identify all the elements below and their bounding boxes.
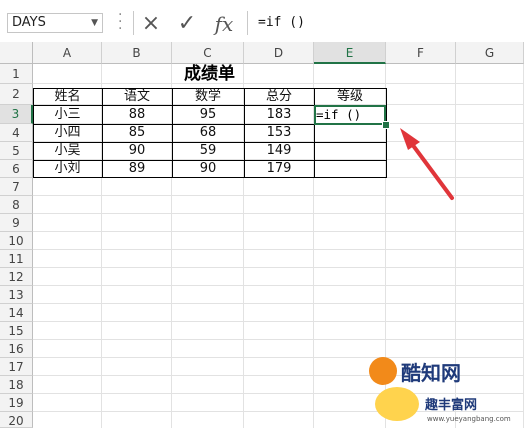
site-watermark: 酷知网 趣丰富网 www.yueyangbang.com (367, 355, 524, 428)
watermark-url: www.yueyangbang.com (427, 415, 511, 423)
watermark-subtext: 趣丰富网 (425, 398, 478, 413)
watermark-emblem-icon (375, 387, 419, 421)
watermark-text: 酷知网 (401, 361, 461, 385)
watermark-logo-icon (369, 357, 397, 385)
